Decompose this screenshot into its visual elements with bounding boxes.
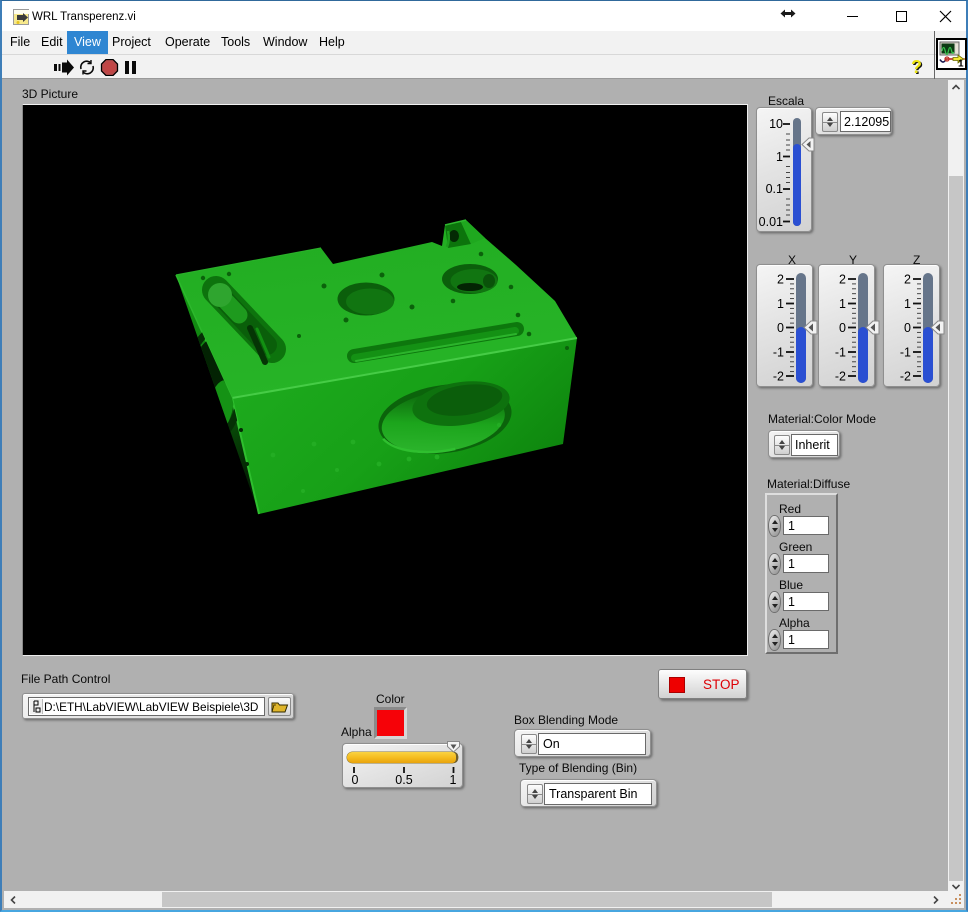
svg-text:2: 2 <box>839 273 846 287</box>
svg-text:1: 1 <box>904 297 911 311</box>
svg-text:-2: -2 <box>900 370 911 384</box>
svg-text:2: 2 <box>777 273 784 287</box>
svg-text:1: 1 <box>839 297 846 311</box>
svg-text:0.5: 0.5 <box>395 773 412 787</box>
svg-text:0.1: 0.1 <box>766 182 783 196</box>
svg-text:0.01: 0.01 <box>759 215 783 229</box>
svg-text:-2: -2 <box>835 370 846 384</box>
svg-text:1: 1 <box>450 773 457 787</box>
svg-text:-1: -1 <box>900 346 911 360</box>
svg-text:-2: -2 <box>773 370 784 384</box>
svg-text:-1: -1 <box>773 346 784 360</box>
svg-text:1: 1 <box>777 297 784 311</box>
svg-text:0: 0 <box>904 321 911 335</box>
svg-text:10: 10 <box>769 117 783 131</box>
svg-text:1: 1 <box>776 150 783 164</box>
svg-text:0: 0 <box>839 321 846 335</box>
svg-text:-1: -1 <box>835 346 846 360</box>
svg-text:2: 2 <box>904 273 911 287</box>
svg-text:1: 1 <box>958 59 964 69</box>
svg-text:0: 0 <box>777 321 784 335</box>
svg-text:0: 0 <box>352 773 359 787</box>
